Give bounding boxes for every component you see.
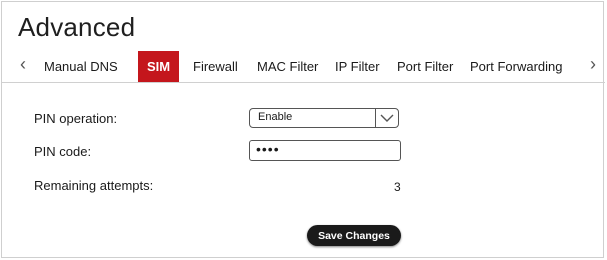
tab-port-filter[interactable]: Port Filter [397, 51, 453, 82]
pin-operation-select[interactable]: Enable [249, 108, 399, 128]
tab-ip-filter[interactable]: IP Filter [335, 51, 380, 82]
pin-operation-label: PIN operation: [34, 111, 118, 126]
chevron-left-icon[interactable]: ‹ [16, 54, 30, 74]
remaining-attempts-value: 3 [394, 180, 401, 194]
tab-firewall[interactable]: Firewall [193, 51, 238, 82]
pin-code-label: PIN code: [34, 144, 92, 159]
tab-port-forwarding[interactable]: Port Forwarding [470, 51, 562, 82]
advanced-panel: Advanced ‹ Manual DNS SIM Firewall MAC F… [1, 1, 605, 258]
tab-bar: ‹ Manual DNS SIM Firewall MAC Filter IP … [2, 48, 605, 83]
tab-sim[interactable]: SIM [138, 51, 180, 82]
tab-manual-dns[interactable]: Manual DNS [44, 51, 118, 82]
chevron-right-icon[interactable]: › [586, 54, 600, 74]
remaining-attempts-label: Remaining attempts: [34, 178, 154, 193]
chevron-down-icon [380, 114, 394, 122]
page-title: Advanced [18, 12, 136, 42]
pin-code-input[interactable]: •••• [249, 140, 401, 161]
tab-mac-filter[interactable]: MAC Filter [257, 51, 318, 82]
save-changes-button[interactable]: Save Changes [307, 225, 401, 246]
dropdown-button[interactable] [375, 109, 398, 127]
pin-operation-value: Enable [258, 111, 293, 123]
